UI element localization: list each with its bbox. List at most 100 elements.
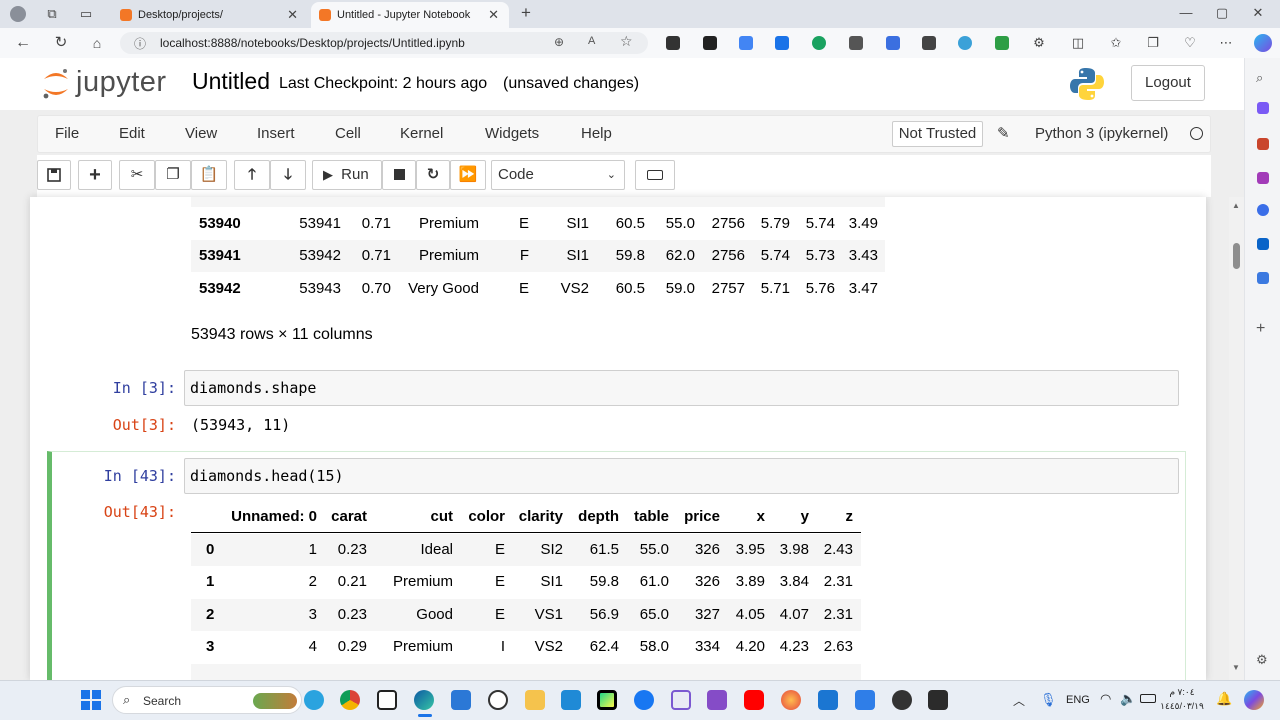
pen-extension-icon[interactable] (995, 36, 1009, 50)
info-icon[interactable]: ⓘ (134, 35, 146, 52)
menu-help[interactable]: Help (581, 125, 612, 142)
restart-kernel-button[interactable]: ↻ (416, 160, 450, 190)
jupyter-logo-icon[interactable] (41, 68, 71, 100)
notification-bell-icon[interactable]: 🔔 (1216, 691, 1232, 707)
url-input[interactable]: ⓘ localhost:8888/notebooks/Desktop/proje… (120, 32, 648, 54)
menu-file[interactable]: File (55, 125, 79, 142)
restart-run-all-button[interactable]: ⏩ (450, 160, 486, 190)
sidebar-app-icon[interactable] (1257, 172, 1269, 184)
windows-start-icon[interactable] (81, 690, 101, 710)
sidebar-settings-icon[interactable]: ⚙ (1256, 652, 1268, 668)
home-icon[interactable]: ⌂ (88, 35, 106, 51)
chatgpt-icon[interactable] (488, 690, 508, 710)
outlook-icon[interactable] (1257, 238, 1269, 250)
page-scrollbar[interactable]: ▲ ▼ (1229, 197, 1244, 680)
split-screen-icon[interactable]: ◫ (1070, 35, 1086, 51)
snipping-tool-icon[interactable] (671, 690, 691, 710)
cloud-extension-icon[interactable] (958, 36, 972, 50)
read-aloud-icon[interactable]: A (588, 35, 595, 47)
favorites-icon[interactable]: ✩ (1108, 35, 1124, 51)
scroll-up-icon[interactable]: ▲ (1232, 201, 1240, 210)
extensions-icon[interactable]: ⚙ (1031, 35, 1047, 51)
copilot-icon[interactable] (1254, 34, 1272, 52)
extension-icon[interactable] (849, 36, 863, 50)
facebook-icon[interactable] (634, 690, 654, 710)
battery-icon[interactable] (1140, 694, 1156, 703)
new-tab-icon[interactable]: + (518, 4, 534, 21)
scrollbar-thumb[interactable] (1233, 243, 1240, 269)
more-icon[interactable]: ⋯ (1218, 35, 1234, 51)
insert-cell-button[interactable]: + (78, 160, 112, 190)
tab-untitled-notebook[interactable]: Untitled - Jupyter Notebook ✕ (311, 2, 509, 28)
maximize-icon[interactable]: ▢ (1214, 5, 1230, 21)
menu-view[interactable]: View (185, 125, 217, 142)
extension-icon[interactable] (812, 36, 826, 50)
terminal-icon[interactable] (928, 690, 948, 710)
not-trusted-button[interactable]: Not Trusted (892, 121, 983, 147)
copilot-taskbar-icon[interactable] (1244, 690, 1264, 710)
menu-kernel[interactable]: Kernel (400, 125, 443, 142)
add-icon[interactable]: + (1256, 320, 1265, 338)
sidebar-app-icon[interactable] (1257, 102, 1269, 114)
extension-icon[interactable] (886, 36, 900, 50)
move-up-button[interactable]: 🡑 (234, 160, 270, 190)
menu-cell[interactable]: Cell (335, 125, 361, 142)
command-palette-button[interactable] (635, 160, 675, 190)
notebook-name[interactable]: Untitled (192, 68, 270, 95)
edge-icon[interactable] (414, 690, 434, 710)
wifi-icon[interactable]: ◠ (1100, 691, 1111, 707)
file-explorer-icon[interactable] (525, 690, 545, 710)
close-tab-icon[interactable]: ✕ (287, 7, 298, 23)
language-indicator[interactable]: ENG (1066, 694, 1090, 706)
notion-extension-icon[interactable] (703, 36, 717, 50)
visual-studio-icon[interactable] (707, 690, 727, 710)
kernel-name[interactable]: Python 3 (ipykernel) (1035, 125, 1168, 142)
menu-insert[interactable]: Insert (257, 125, 295, 142)
browser-essentials-icon[interactable]: ♡ (1182, 35, 1198, 51)
zoom-icon[interactable]: ⊕ (554, 35, 564, 49)
tray-chevron-icon[interactable]: ︿ (1013, 692, 1025, 709)
refresh-icon[interactable]: ↻ (52, 35, 70, 51)
code-cell-input[interactable]: diamonds.head(15) (184, 458, 1179, 494)
sidebar-app-icon[interactable] (1257, 204, 1269, 216)
interrupt-button[interactable] (382, 160, 416, 190)
workspaces-icon[interactable]: ⧉ (44, 6, 60, 22)
search-icon[interactable]: ⌕ (1256, 70, 1263, 86)
tab-desktop-projects[interactable]: Desktop/projects/ ✕ (112, 2, 308, 28)
run-button[interactable]: ▶ Run (312, 160, 382, 190)
store-icon[interactable] (451, 690, 471, 710)
back-icon[interactable]: ← (14, 35, 32, 51)
minimize-icon[interactable]: — (1178, 5, 1194, 21)
paste-button[interactable]: 📋 (191, 160, 227, 190)
youtube-icon[interactable] (744, 690, 764, 710)
close-tab-icon[interactable]: ✕ (488, 7, 499, 23)
notion-icon[interactable] (377, 690, 397, 710)
taskbar-search[interactable]: ⌕ Search (112, 686, 302, 714)
volume-icon[interactable]: 🔈 (1120, 691, 1136, 707)
translate-extension-icon[interactable] (739, 36, 753, 50)
tab-actions-icon[interactable]: ▭ (78, 6, 94, 22)
edit-pencil-icon[interactable]: ✎ (997, 124, 1010, 142)
microphone-icon[interactable]: 🎙 (1040, 692, 1057, 708)
firefox-icon[interactable] (781, 690, 801, 710)
menu-widgets[interactable]: Widgets (485, 125, 539, 142)
profile-avatar[interactable] (10, 6, 26, 22)
vscode-icon[interactable] (561, 690, 581, 710)
sidebar-app-icon[interactable] (1257, 138, 1269, 150)
copy-button[interactable]: ❐ (155, 160, 191, 190)
clock-date[interactable]: ١٤٤٥/٠٣/١٩ (1160, 701, 1204, 713)
pycharm-icon[interactable] (597, 690, 617, 710)
qr-extension-icon[interactable] (922, 36, 936, 50)
menu-edit[interactable]: Edit (119, 125, 145, 142)
logout-button[interactable]: Logout (1131, 65, 1205, 101)
favorite-star-icon[interactable]: ☆ (620, 33, 633, 50)
sidebar-app-icon[interactable] (1257, 272, 1269, 284)
telegram-icon[interactable] (304, 690, 324, 710)
cell-type-select[interactable]: Code ⌄ (491, 160, 625, 190)
close-window-icon[interactable]: ✕ (1250, 5, 1266, 21)
cut-button[interactable]: ✂ (119, 160, 155, 190)
save-button[interactable] (37, 160, 71, 190)
extension-icon[interactable] (666, 36, 680, 50)
scroll-down-icon[interactable]: ▼ (1232, 663, 1240, 672)
todo-icon[interactable] (855, 690, 875, 710)
